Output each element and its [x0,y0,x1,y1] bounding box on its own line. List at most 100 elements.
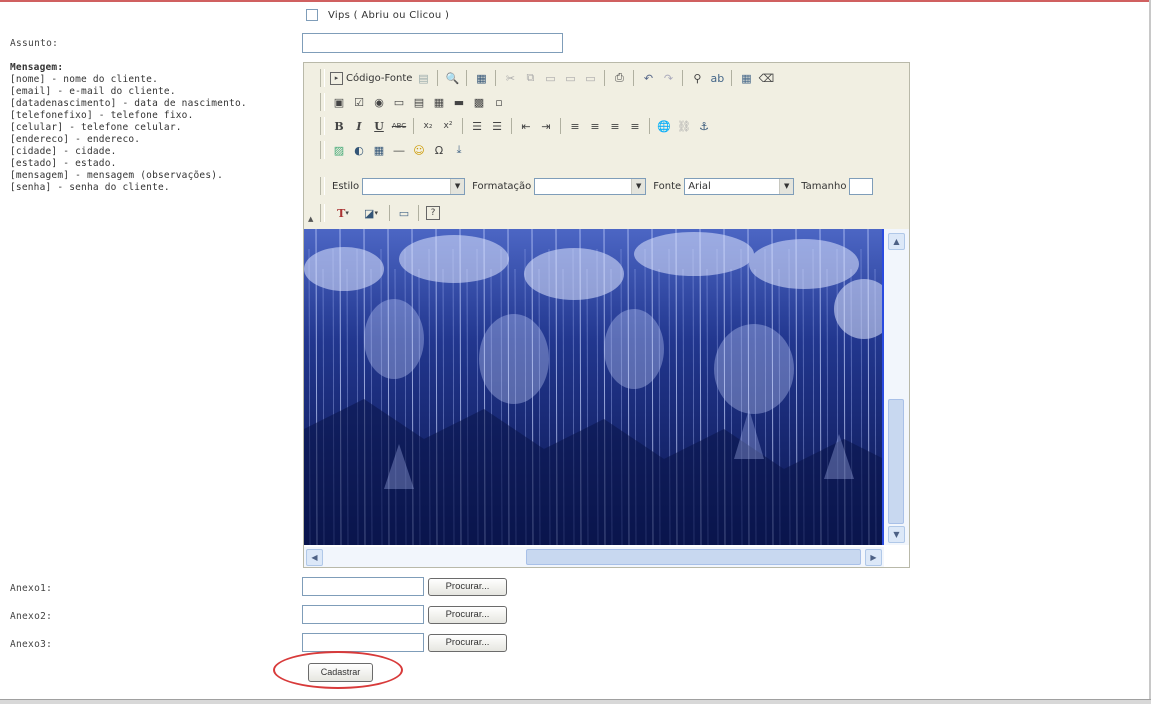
justify-icon[interactable]: ≡ [626,117,644,135]
outdent-icon[interactable]: ⇤ [517,117,535,135]
horizontal-scroll-thumb[interactable] [526,549,861,565]
undo-icon[interactable]: ↶ [639,69,657,87]
font-select[interactable]: Arial ▼ [684,177,795,195]
align-right-icon[interactable]: ≡ [606,117,624,135]
flash-icon[interactable]: ◐ [350,141,368,159]
paste-text-icon[interactable]: ▭ [561,69,579,87]
replace-icon[interactable]: ab [708,69,726,87]
size-label: Tamanho [801,180,847,192]
templates-icon[interactable]: ▦ [472,69,490,87]
radio-tool-icon[interactable]: ◉ [370,93,388,111]
source-label: Código-Fonte [346,72,413,84]
checkbox-tool-icon[interactable]: ☑ [350,93,368,111]
special-char-icon[interactable]: Ω [430,141,448,159]
attachment-1-browse-button[interactable]: Procurar... [428,578,507,596]
window-top-border [0,0,1151,2]
textarea-tool-icon[interactable]: ▤ [410,93,428,111]
rich-text-editor: ▸ Código-Fonte ▤ 🔍 ▦ ✂ ⧉ ▭ ▭ ▭ ⎙ ↶ ↷ ⚲ a… [303,62,910,568]
editor-toolbar: ▸ Código-Fonte ▤ 🔍 ▦ ✂ ⧉ ▭ ▭ ▭ ⎙ ↶ ↷ ⚲ a… [304,63,909,229]
underline-icon[interactable]: U [370,117,388,135]
paste-word-icon[interactable]: ▭ [581,69,599,87]
format-select[interactable]: ▼ [534,177,647,195]
editor-content[interactable]: ▲ ▼ ◀ ▶ [304,229,909,567]
font-value: Arial [688,180,711,192]
attachment-1-input[interactable] [302,577,424,596]
horizontal-scrollbar[interactable]: ◀ ▶ [304,547,884,567]
table-icon[interactable]: ▦ [370,141,388,159]
bulleted-list-icon[interactable]: ☰ [488,117,506,135]
paste-icon[interactable]: ▭ [541,69,559,87]
help-icon[interactable]: ? [424,204,442,222]
form-icon[interactable]: ▣ [330,93,348,111]
button-tool-icon[interactable]: ▬ [450,93,468,111]
attachment-2-browse-button[interactable]: Procurar... [428,606,507,624]
subject-label: Assunto: [10,38,59,49]
legend-item: [senha] - senha do cliente. [10,182,170,193]
page-break-icon[interactable]: ⤓ [450,141,468,159]
maximize-icon[interactable]: ▭ [395,204,413,222]
subscript-icon[interactable]: x₂ [419,117,437,135]
textfield-tool-icon[interactable]: ▭ [390,93,408,111]
toolbar-grip [320,177,325,195]
legend-item: [celular] - telefone celular. [10,122,182,133]
toolbar-separator [462,118,463,134]
image-button-tool-icon[interactable]: ▩ [470,93,488,111]
toolbar-row-6: T ▾ ◪ ▾ ▭ ? [320,202,443,224]
toolbar-separator [560,118,561,134]
align-left-icon[interactable]: ≡ [566,117,584,135]
strikethrough-icon[interactable]: ABC [390,117,408,135]
vips-checkbox[interactable] [306,9,318,21]
size-select[interactable] [849,177,874,195]
source-button[interactable]: ▸ Código-Fonte [330,69,412,87]
hidden-field-tool-icon[interactable]: ▫ [490,93,508,111]
vertical-scrollbar[interactable]: ▲ ▼ [884,229,909,545]
print-icon[interactable]: ⎙ [610,69,628,87]
remove-format-icon[interactable]: ⌫ [757,69,775,87]
toolbar-row-1: ▸ Código-Fonte ▤ 🔍 ▦ ✂ ⧉ ▭ ▭ ▭ ⎙ ↶ ↷ ⚲ a… [320,67,776,89]
toolbar-separator [649,118,650,134]
copy-icon[interactable]: ⧉ [521,69,539,87]
save-icon[interactable]: ▤ [414,69,432,87]
message-title: Mensagem: [10,62,64,73]
bold-icon[interactable]: B [330,117,348,135]
attachment-3-label: Anexo3: [10,639,53,650]
legend-item: [estado] - estado. [10,158,117,169]
select-all-icon[interactable]: ▦ [737,69,755,87]
superscript-icon[interactable]: x² [439,117,457,135]
numbered-list-icon[interactable]: ☰ [468,117,486,135]
select-tool-icon[interactable]: ▦ [430,93,448,111]
toolbar-collapse-icon[interactable]: ▲ [308,215,313,223]
indent-icon[interactable]: ⇥ [537,117,555,135]
style-select[interactable]: ▼ [362,177,466,195]
subject-input[interactable] [302,33,563,53]
toolbar-row-2: ▣ ☑ ◉ ▭ ▤ ▦ ▬ ▩ ▫ [320,91,509,113]
image-icon[interactable]: ▨ [330,141,348,159]
align-center-icon[interactable]: ≡ [586,117,604,135]
vertical-scroll-thumb[interactable] [888,399,904,524]
preview-icon[interactable]: 🔍 [443,69,461,87]
cut-icon[interactable]: ✂ [501,69,519,87]
style-label: Estilo [332,180,360,192]
redo-icon[interactable]: ↷ [659,69,677,87]
scroll-left-icon[interactable]: ◀ [306,549,323,566]
toolbar-grip [320,93,325,111]
text-color-icon[interactable]: T ▾ [330,204,356,222]
link-icon[interactable]: 🌐 [655,117,673,135]
smiley-icon[interactable]: ☺ [410,141,428,159]
horizontal-rule-icon[interactable]: ― [390,141,408,159]
attachment-2-input[interactable] [302,605,424,624]
find-icon[interactable]: ⚲ [688,69,706,87]
chevron-down-icon: ▼ [450,178,465,194]
font-label: Fonte [653,180,682,192]
italic-icon[interactable]: I [350,117,368,135]
attachment-3-browse-button[interactable]: Procurar... [428,634,507,652]
scroll-right-icon[interactable]: ▶ [865,549,882,566]
scroll-down-icon[interactable]: ▼ [888,526,905,543]
unlink-icon[interactable]: ⛓ [675,117,693,135]
background-color-icon[interactable]: ◪ ▾ [358,204,384,222]
anchor-icon[interactable]: ⚓ [695,117,713,135]
scroll-up-icon[interactable]: ▲ [888,233,905,250]
legend-item: [nome] - nome do cliente. [10,74,158,85]
attachment-3-input[interactable] [302,633,424,652]
toolbar-separator [413,118,414,134]
